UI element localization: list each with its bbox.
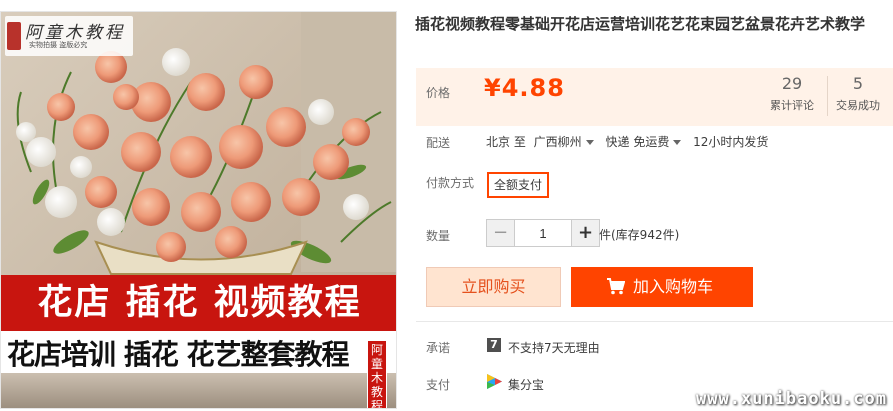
- quantity-minus-button[interactable]: −: [487, 220, 514, 246]
- buy-now-button[interactable]: 立即购买: [426, 267, 561, 307]
- brand-logo: 阿童木教程 实物拍摄 盗版必究: [5, 16, 133, 56]
- reviews-label: 累计评论: [770, 99, 814, 112]
- add-to-cart-label: 加入购物车: [633, 277, 714, 296]
- product-title: 插花视频教程零基础开花店运营培训花艺花束园艺盆景花卉艺术教学: [415, 15, 866, 33]
- quantity-label: 数量: [426, 229, 451, 243]
- promise-label: 承诺: [426, 341, 451, 355]
- product-page: 阿童木教程 实物拍摄 盗版必究 花店 插花 视频教程 花店培训 插花 花艺整套教…: [0, 0, 893, 411]
- section-divider: [416, 321, 893, 322]
- quantity-plus-button[interactable]: +: [572, 220, 599, 246]
- shipping-method-select[interactable]: 快递 免运费: [606, 135, 694, 149]
- payment-method-label: 付款方式: [426, 176, 475, 190]
- pay-label: 支付: [426, 378, 451, 392]
- shipping-from: 北京 至: [486, 135, 526, 149]
- seal-stamp: 阿童木教程: [367, 340, 387, 408]
- stock-info: 件(库存942件): [599, 228, 680, 242]
- chevron-down-icon: [585, 140, 594, 145]
- dispatch-time: 12小时内发货: [693, 135, 769, 149]
- price-label: 价格: [426, 86, 451, 100]
- seven-day-icon: 7: [487, 338, 501, 352]
- brand-subtitle: 实物拍摄 盗版必究: [29, 41, 88, 49]
- brand-seal-icon: [7, 22, 21, 50]
- quantity-input[interactable]: [514, 220, 572, 246]
- banner-headline: 花店 插花 视频教程: [37, 283, 362, 323]
- cart-icon: [607, 278, 625, 295]
- trades-stat: 5 交易成功: [836, 74, 880, 113]
- product-image[interactable]: 阿童木教程 实物拍摄 盗版必究 花店 插花 视频教程 花店培训 插花 花艺整套教…: [0, 11, 397, 409]
- chevron-down-icon: [673, 140, 682, 145]
- add-to-cart-button[interactable]: 加入购物车: [571, 267, 753, 307]
- shipping-label: 配送: [426, 136, 451, 150]
- shipping-method: 快递 免运费: [605, 135, 670, 149]
- image-bottom-decor: [1, 373, 396, 408]
- shipping-row: 北京 至 广西柳州 快递 免运费 12小时内发货: [486, 133, 768, 150]
- trades-label: 交易成功: [836, 99, 880, 112]
- stat-divider: [827, 76, 828, 116]
- jifenbao-icon: [487, 374, 502, 389]
- banner-subheadline: 花店培训 插花 花艺整套教程: [7, 338, 349, 371]
- shipping-destination: 广西柳州: [533, 135, 582, 149]
- quantity-stepper: − +: [486, 219, 600, 247]
- full-payment-option[interactable]: 全额支付: [487, 172, 550, 198]
- pay-method-text: 集分宝: [508, 378, 545, 392]
- reviews-count: 29: [781, 74, 803, 93]
- reviews-stat[interactable]: 29 累计评论: [770, 74, 814, 113]
- site-watermark: www.xunibaoku.com: [696, 389, 887, 409]
- promise-text: 不支持7天无理由: [508, 341, 600, 355]
- price-panel: 价格 ¥4.88 29 累计评论 5 交易成功: [416, 68, 893, 126]
- trades-count: 5: [852, 74, 864, 93]
- shipping-destination-select[interactable]: 广西柳州: [534, 135, 606, 149]
- price-value: ¥4.88: [484, 74, 565, 102]
